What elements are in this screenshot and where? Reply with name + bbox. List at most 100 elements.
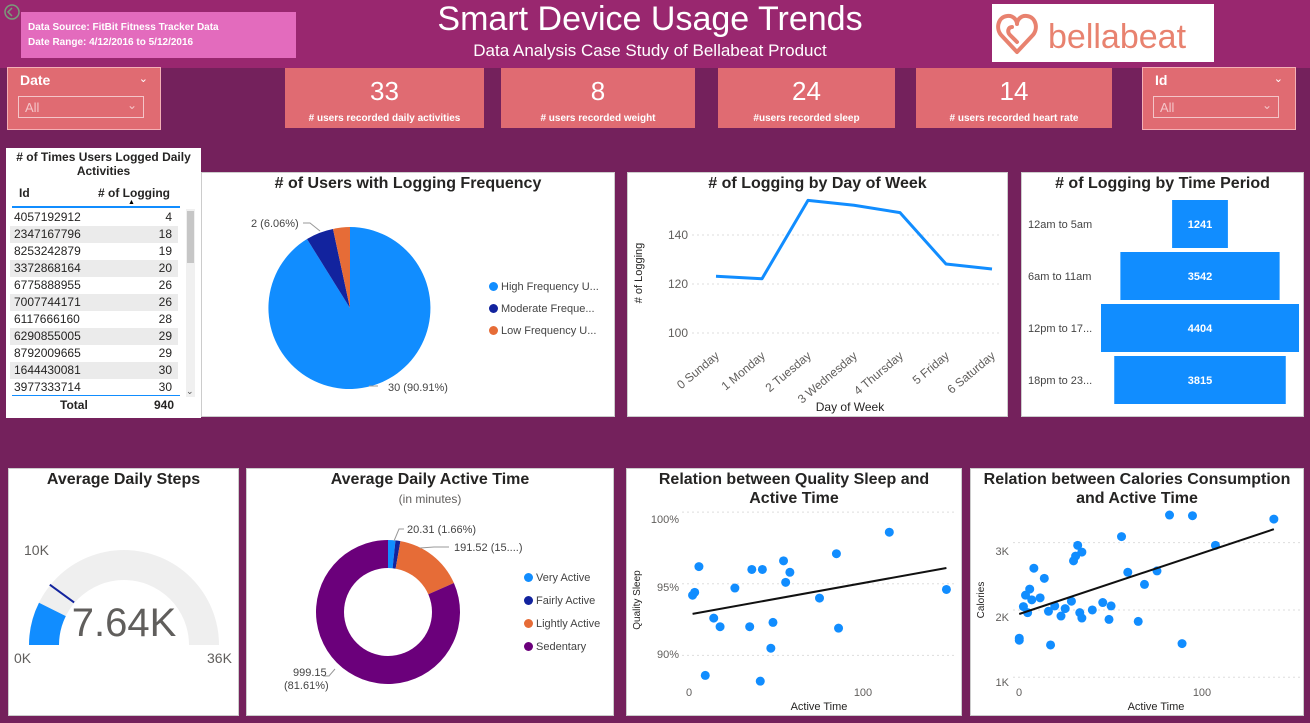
x-axis-label: Day of Week: [816, 400, 885, 414]
pie-label-large: 30 (90.91%): [388, 382, 448, 394]
date-select[interactable]: All ⌄: [18, 96, 144, 118]
legend-label: Moderate Freque...: [501, 303, 595, 315]
legend[interactable]: Very Active Fairly Active Lightly Active…: [524, 567, 600, 659]
table-row[interactable]: 3977333714 30: [10, 379, 178, 393]
column-header-logging[interactable]: # of Logging: [98, 186, 170, 200]
row-id: 8792009665: [14, 346, 81, 360]
legend-item-fairly-active[interactable]: Fairly Active: [524, 590, 600, 613]
scatter-point: [1014, 635, 1024, 645]
table-row[interactable]: 1644430081 30: [10, 362, 178, 379]
frequency-pie-panel: # of Users with Logging Frequency 2 (6.0…: [201, 172, 615, 417]
legend-item-sedentary[interactable]: Sedentary: [524, 636, 600, 659]
row-count: 30: [158, 380, 172, 393]
scrollbar[interactable]: ⌄: [186, 209, 195, 397]
chevron-down-icon[interactable]: ⌄: [139, 72, 148, 85]
logo-text: bellabeat: [1048, 18, 1187, 56]
funnel-value: 1241: [1188, 219, 1212, 231]
day-of-week-panel: # of Logging by Day of Week 140 120 100 …: [627, 172, 1008, 417]
scatter-point: [755, 676, 765, 686]
table-row[interactable]: 6290855005 29: [10, 328, 178, 345]
scatter-point: [1025, 584, 1035, 594]
y-axis-label: Quality Sleep: [632, 570, 643, 630]
scatter-point: [815, 593, 824, 603]
x-tick: 100: [1193, 687, 1211, 699]
trend-line: [1018, 528, 1275, 615]
x-tick: 5 Friday: [910, 349, 952, 388]
legend-label: Low Frequency U...: [501, 325, 597, 337]
legend-item-low[interactable]: Low Frequency U...: [489, 320, 599, 342]
heart-logo-icon: [996, 13, 1038, 54]
scatter-point: [694, 562, 704, 572]
funnel-category: 6am to 11am: [1028, 271, 1091, 283]
legend-item-high[interactable]: High Frequency U...: [489, 276, 599, 298]
legend-item-lightly-active[interactable]: Lightly Active: [524, 613, 600, 636]
time-period-panel: # of Logging by Time Period 1241 12am to …: [1021, 172, 1304, 417]
active-time-donut-panel: Average Daily Active Time (in minutes) 2…: [246, 468, 614, 716]
legend-label: Sedentary: [536, 641, 587, 653]
table-row[interactable]: 6117666160 28: [10, 311, 178, 328]
scroll-down-icon[interactable]: ⌄: [186, 386, 194, 397]
legend[interactable]: High Frequency U... Moderate Freque... L…: [489, 276, 599, 342]
back-icon[interactable]: [2, 2, 22, 22]
scatter-point: [1087, 605, 1097, 615]
row-count: 28: [158, 312, 172, 326]
table-row[interactable]: 3372868164 20: [10, 260, 178, 277]
legend-item-very-active[interactable]: Very Active: [524, 567, 600, 590]
scatter-point: [1139, 579, 1149, 589]
scatter-point: [1104, 614, 1114, 624]
x-tick: 4 Thursday: [851, 349, 906, 398]
scrollbar-thumb[interactable]: [187, 211, 194, 263]
kpi-caption: # users recorded heart rate: [949, 113, 1079, 124]
scatter-point: [1027, 595, 1037, 605]
line-series: [715, 198, 993, 281]
table-row[interactable]: 8253242879 19: [10, 243, 178, 260]
scatter-point: [884, 527, 894, 537]
row-id: 4057192912: [14, 210, 81, 224]
kpi-caption: #users recorded sleep: [753, 113, 860, 124]
bellabeat-logo: bellabeat: [992, 4, 1214, 62]
donut-label-sedentary-pct: (81.61%): [284, 680, 329, 692]
leader-line: [303, 222, 321, 232]
scatter-point: [730, 583, 740, 593]
scatter-point: [1117, 532, 1127, 542]
donut-hole: [344, 568, 432, 656]
row-id: 6290855005: [14, 329, 81, 343]
table-row[interactable]: 6775888955 26: [10, 277, 178, 294]
row-count: 19: [158, 244, 172, 258]
leader-line: [419, 546, 449, 549]
scatter-point: [1077, 613, 1087, 623]
table-row[interactable]: 7007744171 26: [10, 294, 178, 311]
kpi-value: 14: [999, 76, 1029, 106]
id-slicer-label: Id: [1155, 72, 1168, 88]
scatter-point: [1077, 547, 1087, 557]
scatter-point: [1123, 567, 1133, 577]
row-id: 2347167796: [14, 227, 81, 241]
x-tick: 0: [1016, 687, 1022, 699]
scatter-point: [1029, 563, 1039, 573]
date-slicer[interactable]: Date ⌄ All ⌄: [7, 67, 161, 130]
kpi-card-sleep: 24 #users recorded sleep: [718, 68, 895, 128]
total-label: Total: [60, 398, 88, 412]
row-count: 18: [158, 227, 172, 241]
scatter-point: [834, 623, 844, 633]
kpi-card-heart-rate: 14 # users recorded heart rate: [916, 68, 1112, 128]
legend-label: Very Active: [536, 572, 591, 584]
scatter-point: [1106, 601, 1116, 611]
row-count: 20: [158, 261, 172, 275]
id-select[interactable]: All ⌄: [1153, 96, 1279, 118]
scatter-point: [1060, 604, 1070, 614]
legend-item-moderate[interactable]: Moderate Freque...: [489, 298, 599, 320]
kpi-caption: # users recorded weight: [540, 113, 656, 124]
funnel-category: 12am to 5am: [1028, 219, 1092, 231]
table-row[interactable]: 8792009665 29: [10, 345, 178, 362]
y-tick: 140: [668, 228, 688, 242]
table-row[interactable]: 2347167796 18: [10, 226, 178, 243]
column-header-id[interactable]: Id: [19, 186, 30, 200]
header-underline: [12, 206, 180, 208]
id-slicer[interactable]: Id ⌄ All ⌄: [1142, 67, 1296, 130]
data-source-box: Data Source: FitBit Fitness Tracker Data…: [21, 12, 296, 58]
gauge-target-label: 10K: [24, 542, 50, 558]
kpi-value: 8: [590, 76, 606, 106]
chevron-down-icon[interactable]: ⌄: [1274, 72, 1283, 85]
table-row[interactable]: 4057192912 4: [10, 209, 178, 226]
